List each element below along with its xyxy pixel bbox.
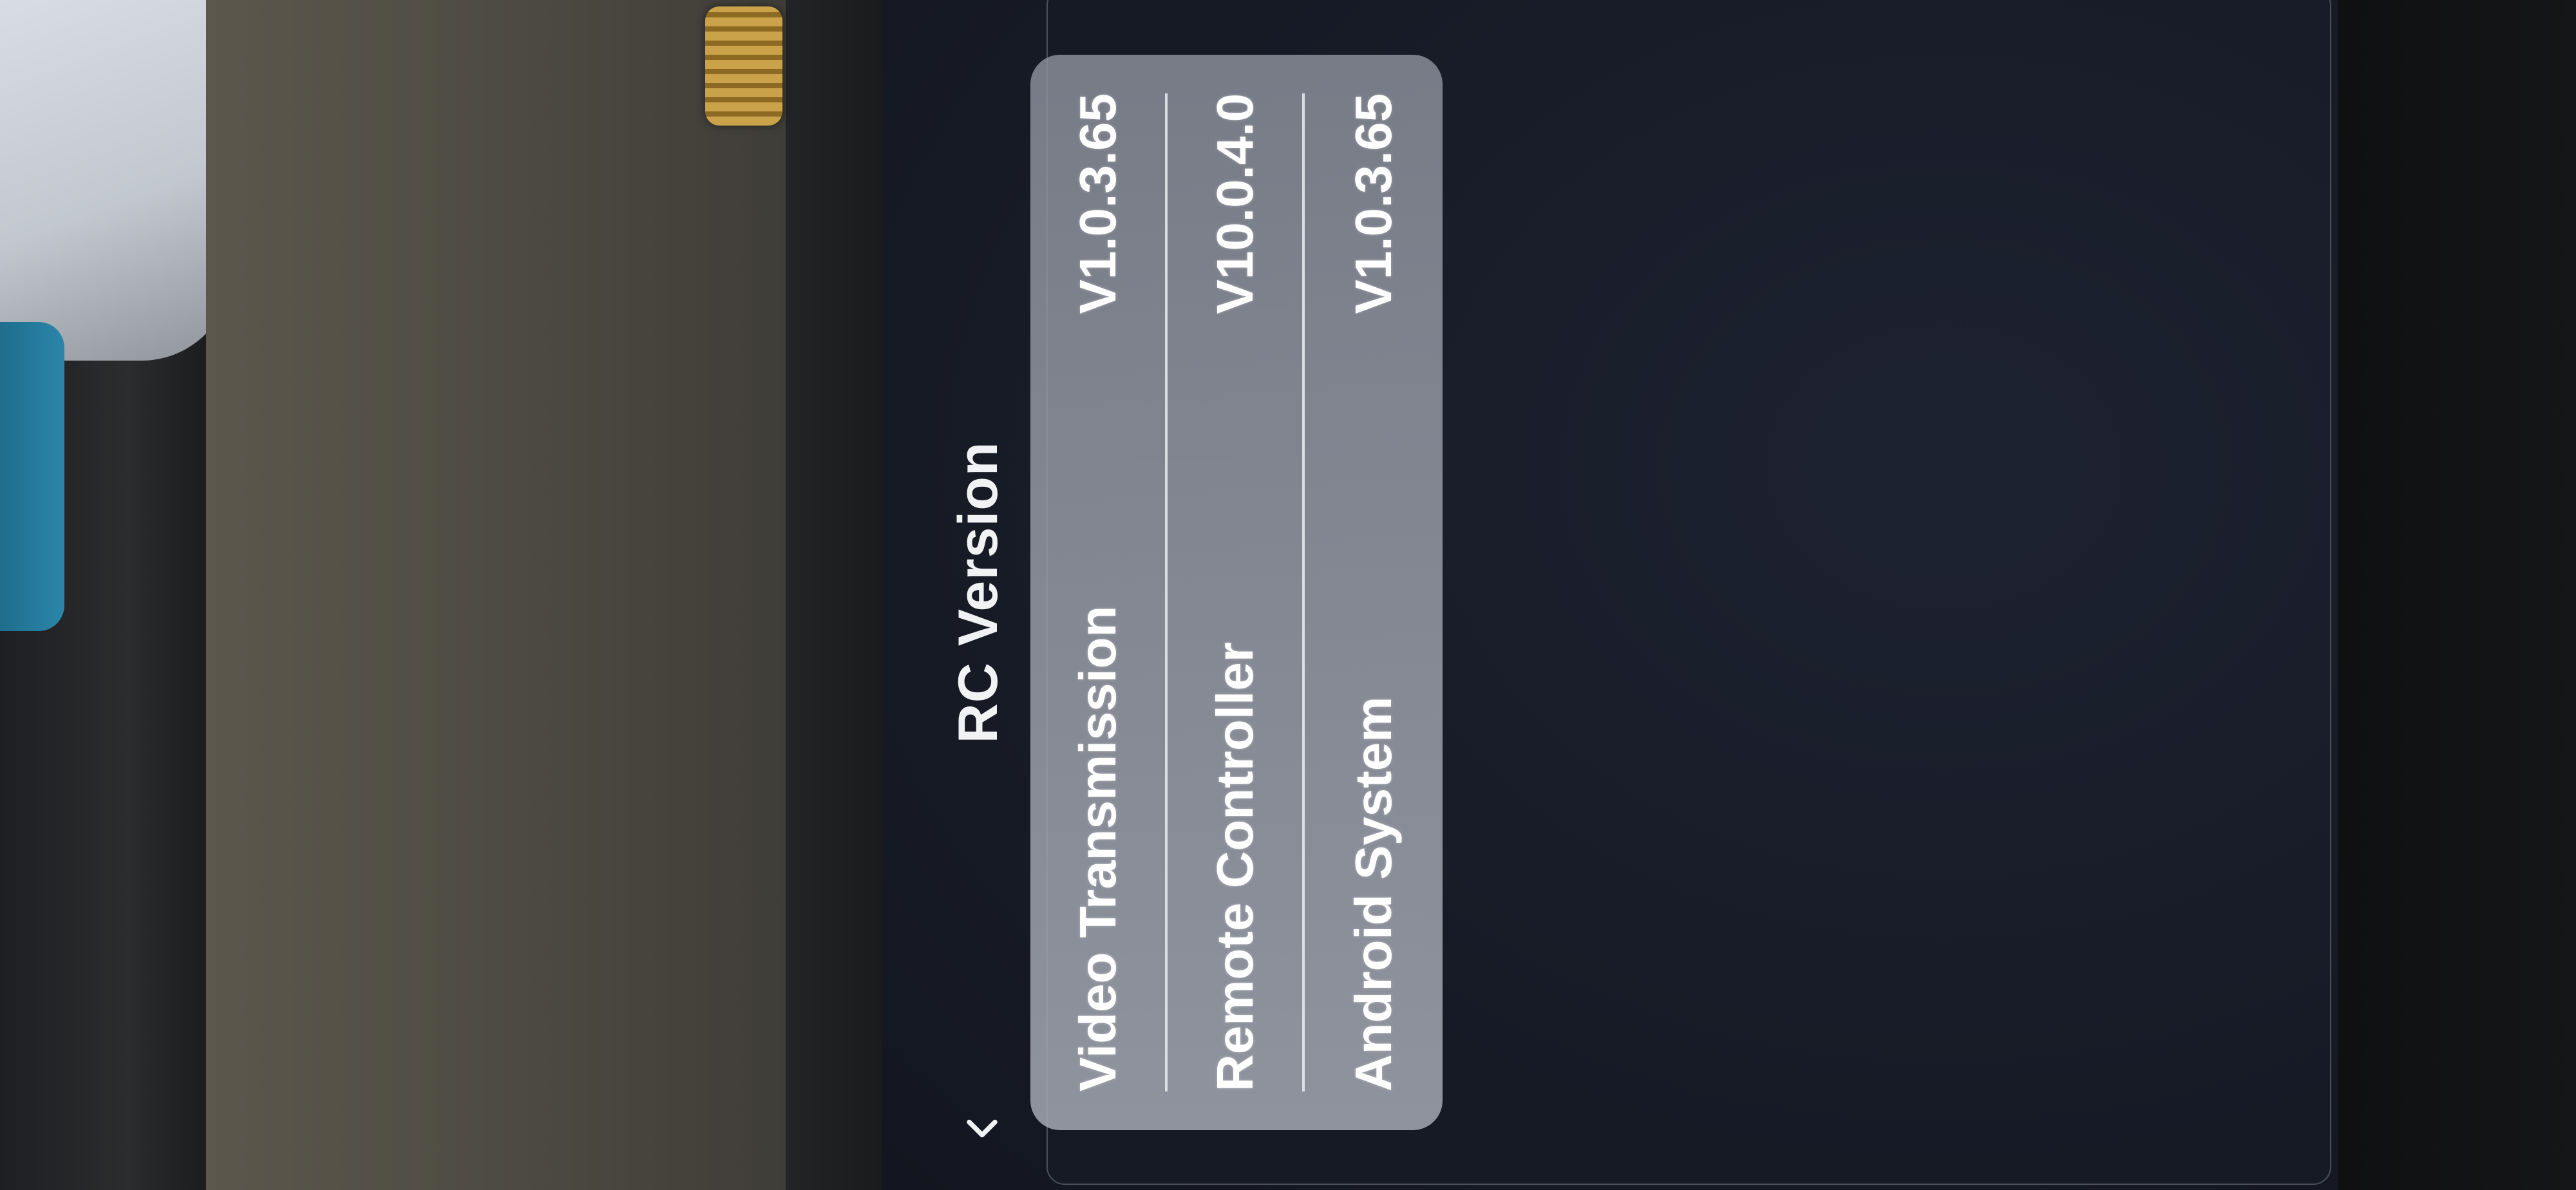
version-value: V1.0.3.65 <box>1068 93 1126 314</box>
title-bar: RC Version <box>908 13 1030 1172</box>
version-value: V1.0.3.65 <box>1344 93 1402 314</box>
background-blue-object <box>0 322 64 631</box>
background-cloth <box>0 0 232 361</box>
version-row-remote-controller: Remote Controller V10.0.4.0 <box>1168 93 1305 1091</box>
version-label: Remote Controller <box>1206 642 1264 1091</box>
device-screen: RC Version Video Transmission V1.0.3.65 … <box>882 0 2338 1190</box>
version-row-android-system: Android System V1.0.3.65 <box>1305 93 1442 1091</box>
device-bezel <box>2338 0 2576 1190</box>
page-title: RC Version <box>947 441 1009 744</box>
photo-scene: RC Version Video Transmission V1.0.3.65 … <box>0 0 2576 1190</box>
version-label: Android System <box>1344 696 1402 1091</box>
antenna-connector <box>705 6 782 126</box>
version-row-video-transmission: Video Transmission V1.0.3.65 <box>1030 93 1168 1091</box>
device-rail <box>786 0 882 1190</box>
rc-version-page: RC Version Video Transmission V1.0.3.65 … <box>908 13 1443 1172</box>
background-table <box>206 0 786 1190</box>
version-list: Video Transmission V1.0.3.65 Remote Cont… <box>1030 55 1443 1130</box>
version-label: Video Transmission <box>1068 605 1126 1091</box>
version-value: V10.0.4.0 <box>1206 93 1264 314</box>
